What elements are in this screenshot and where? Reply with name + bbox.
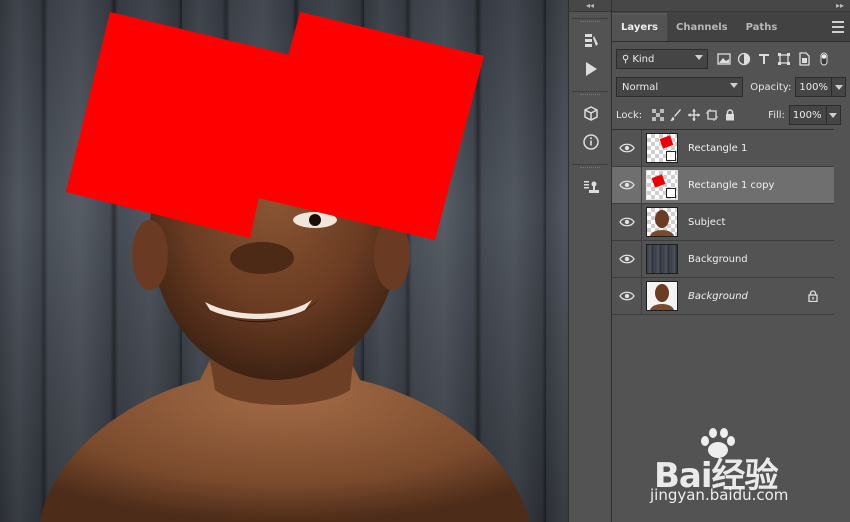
- layer-thumbnail: [646, 170, 678, 200]
- adjustment-filter-icon[interactable]: [734, 49, 754, 69]
- fill-chevron-icon[interactable]: [825, 106, 840, 124]
- panel-menu-icon[interactable]: [832, 21, 844, 33]
- layer-name: Background: [688, 290, 748, 302]
- visibility-eye-icon[interactable]: [612, 166, 642, 204]
- lock-image-pixels-icon[interactable]: [670, 109, 682, 121]
- layer-name: Subject: [688, 216, 726, 228]
- tab-paths[interactable]: Paths: [737, 13, 787, 41]
- fill-input[interactable]: 100%: [788, 105, 841, 125]
- info-icon[interactable]: [572, 128, 609, 156]
- layer-row[interactable]: Subject: [612, 203, 835, 241]
- lock-fill-row: Lock: Fill: 100%: [612, 101, 850, 129]
- layers-scrollbar[interactable]: [834, 128, 850, 522]
- shape-layer-badge-icon: [666, 188, 676, 198]
- layer-row[interactable]: Background: [612, 277, 835, 315]
- layer-row[interactable]: Rectangle 1: [612, 129, 835, 167]
- stamp-icon[interactable]: [572, 173, 609, 201]
- panel-icon-strip: ◂◂: [568, 0, 611, 522]
- chevron-down-icon: [730, 83, 739, 88]
- blend-opacity-row: Normal Opacity: 100%: [612, 73, 850, 101]
- play-action-icon[interactable]: [572, 55, 609, 83]
- tab-layers[interactable]: Layers: [612, 13, 667, 41]
- baidu-watermark: Bai经验 jingyan.baidu.com: [650, 428, 810, 508]
- collapse-arrows-icon[interactable]: ◂◂: [569, 0, 611, 12]
- watermark-url: jingyan.baidu.com: [650, 486, 789, 504]
- lock-artboard-icon[interactable]: [706, 109, 719, 121]
- opacity-chevron-icon[interactable]: [831, 78, 845, 96]
- tab-channels[interactable]: Channels: [667, 13, 737, 41]
- layer-row-selected[interactable]: Rectangle 1 copy: [612, 166, 835, 204]
- shape-filter-icon[interactable]: [774, 49, 794, 69]
- visibility-eye-icon[interactable]: [612, 203, 642, 241]
- lock-position-icon[interactable]: [688, 109, 701, 121]
- 3d-cube-icon[interactable]: [572, 100, 609, 128]
- layer-thumbnail: [646, 281, 678, 311]
- filter-kind-dropdown[interactable]: ⚲ Kind: [616, 49, 708, 69]
- layer-name: Rectangle 1: [688, 142, 748, 154]
- opacity-label: Opacity:: [750, 81, 792, 93]
- lock-all-icon[interactable]: [724, 109, 736, 121]
- visibility-eye-icon[interactable]: [612, 277, 642, 315]
- chevron-down-icon: [695, 55, 703, 60]
- lock-transparent-pixels-icon[interactable]: [652, 109, 665, 121]
- pixel-filter-icon[interactable]: [714, 49, 734, 69]
- layer-name: Background: [688, 253, 748, 265]
- lock-label: Lock:: [616, 109, 643, 121]
- fill-label: Fill:: [768, 109, 785, 121]
- type-filter-icon[interactable]: [754, 49, 774, 69]
- red-rectangle-shapes[interactable]: [0, 0, 568, 522]
- layer-thumbnail: [646, 207, 678, 237]
- smart-object-filter-icon[interactable]: [794, 49, 814, 69]
- collapse-panel-icon[interactable]: ▸▸: [612, 0, 850, 12]
- visibility-eye-icon[interactable]: [612, 129, 642, 167]
- lock-icon[interactable]: [807, 290, 819, 302]
- opacity-input[interactable]: 100%: [795, 77, 846, 97]
- layer-thumbnail: [646, 133, 678, 163]
- layer-row[interactable]: Background: [612, 240, 835, 278]
- search-icon: ⚲: [622, 53, 630, 65]
- layer-name: Rectangle 1 copy: [688, 179, 775, 191]
- layers-list: Rectangle 1 Rectangle 1 copy Subject Bac…: [612, 129, 835, 315]
- layer-thumbnail: [646, 244, 678, 274]
- layer-filter-row: ⚲ Kind: [612, 45, 850, 73]
- filter-toggle-icon[interactable]: [814, 49, 834, 69]
- visibility-eye-icon[interactable]: [612, 240, 642, 278]
- document-canvas[interactable]: [0, 0, 568, 522]
- shape-layer-badge-icon: [666, 151, 676, 161]
- panel-tabs: Layers Channels Paths: [612, 12, 850, 42]
- blend-mode-dropdown[interactable]: Normal: [616, 77, 744, 97]
- history-brush-icon[interactable]: [572, 27, 609, 55]
